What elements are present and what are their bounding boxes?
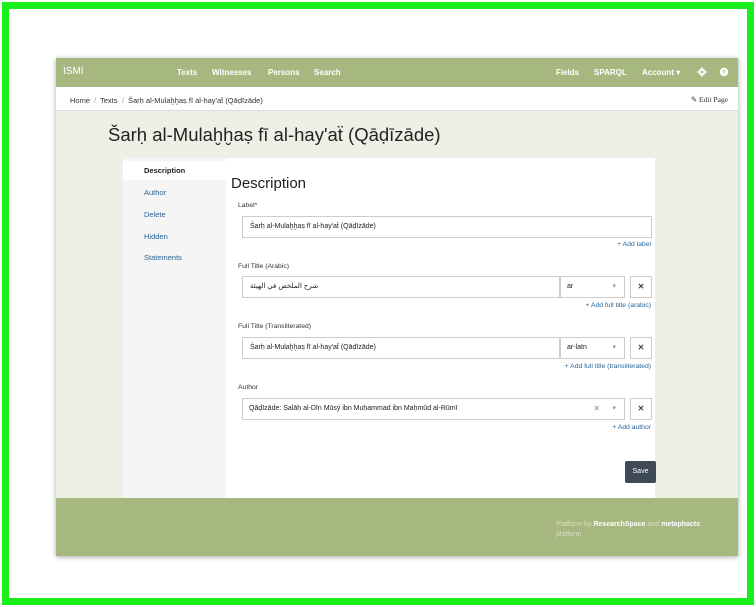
gear-icon[interactable] (697, 67, 707, 77)
close-icon: ✕ (637, 282, 645, 291)
title-arabic-input[interactable]: شرح الملخص في الهيئة (242, 276, 560, 298)
svg-text:?: ? (722, 69, 726, 76)
footer-credits: Platform by ResearchSpace and metaphacts (556, 521, 701, 528)
save-button[interactable]: Save (625, 461, 656, 483)
close-icon: ✕ (637, 404, 645, 413)
label-field-label: Label* (238, 202, 258, 209)
form-card: Description Author Delete Hidden Stateme… (123, 158, 655, 498)
add-translit-title-link[interactable]: + Add full title (transliterated) (565, 363, 651, 370)
footer-suffix: platform (556, 531, 582, 538)
brand-logo[interactable]: ISMI (63, 66, 84, 77)
breadcrumb: Home / Texts / Šarḥ al-Mulaḫḫaṣ fī al-ha… (56, 87, 738, 111)
researchspace-link[interactable]: ResearchSpace (593, 521, 645, 528)
remove-arabic-title-button[interactable]: ✕ (630, 276, 652, 298)
chevron-down-icon: ▾ (676, 68, 681, 77)
nav-sparql[interactable]: SPARQL (594, 68, 627, 77)
nav-account[interactable]: Account ▾ (642, 68, 680, 77)
chevron-down-icon: ▾ (612, 283, 616, 290)
breadcrumb-separator: / (122, 96, 125, 105)
sidebar-item-author[interactable]: Author (144, 188, 166, 197)
author-value: Qāḍīzāde: Ṣalāḥ al-Dīn Mūsý ibn Muḥammad… (249, 405, 458, 412)
sidebar-item-delete[interactable]: Delete (144, 210, 166, 219)
breadcrumb-separator: / (94, 96, 97, 105)
translit-language-select[interactable]: ar-latn ▾ (560, 337, 625, 359)
author-select[interactable]: Qāḍīzāde: Ṣalāḥ al-Dīn Mūsý ibn Muḥammad… (242, 398, 625, 420)
remove-author-button[interactable]: ✕ (630, 398, 652, 420)
sidebar-item-description[interactable]: Description (144, 166, 185, 175)
top-navbar: ISMI Texts Witnesses Persons Search Fiel… (56, 58, 738, 87)
add-author-link[interactable]: + Add author (612, 424, 651, 431)
app-window: ISMI Texts Witnesses Persons Search Fiel… (56, 58, 738, 556)
metaphacts-link[interactable]: metaphacts (661, 521, 700, 528)
close-icon: ✕ (637, 343, 645, 352)
chevron-down-icon: ▾ (612, 405, 616, 412)
label-input[interactable]: Šarḥ al-Mulaḫḫaṣ fī al-hay'aẗ (Qāḍīzāde) (242, 216, 652, 238)
form-sidebar: Description Author Delete Hidden Stateme… (123, 158, 226, 498)
nav-texts[interactable]: Texts (177, 68, 197, 77)
nav-witnesses[interactable]: Witnesses (212, 68, 252, 77)
help-icon[interactable]: ? (719, 67, 729, 77)
breadcrumb-home[interactable]: Home (70, 96, 90, 105)
breadcrumb-texts[interactable]: Texts (100, 96, 118, 105)
pencil-icon: ✎ (690, 95, 698, 104)
title-translit-input[interactable]: Šarḥ al-Mulaḫḫaṣ fī al-hay'aẗ (Qāḍīzāde) (242, 337, 560, 359)
clear-icon[interactable]: ✕ (593, 399, 600, 419)
page-title: Šarḥ al-Mulaḫḫaṣ fī al-hay'aẗ (Qāḍīzāde) (108, 124, 441, 145)
nav-fields[interactable]: Fields (556, 68, 579, 77)
nav-search[interactable]: Search (314, 68, 341, 77)
add-arabic-title-link[interactable]: + Add full title (arabic) (585, 302, 651, 309)
remove-translit-title-button[interactable]: ✕ (630, 337, 652, 359)
arabic-language-select[interactable]: ar ▾ (560, 276, 625, 298)
author-label: Author (238, 384, 259, 391)
breadcrumb-current: Šarḥ al-Mulaḫḫaṣ fī al-hay'aẗ (Qāḍīzāde) (128, 96, 263, 105)
chevron-down-icon: ▾ (612, 344, 616, 351)
translit-language-value: ar-latn (567, 344, 587, 351)
edit-page-link[interactable]: ✎ Edit Page (691, 95, 728, 104)
title-arabic-value: شرح الملخص في الهيئة (250, 283, 319, 290)
sidebar-item-statements[interactable]: Statements (144, 253, 182, 262)
sidebar-item-hidden[interactable]: Hidden (144, 232, 168, 241)
nav-persons[interactable]: Persons (268, 68, 300, 77)
title-arabic-label: Full Title (Arabic) (238, 263, 289, 270)
footer: Platform by ResearchSpace and metaphacts… (56, 498, 738, 556)
form-title: Description (231, 175, 307, 192)
arabic-language-value: ar (567, 283, 574, 290)
title-translit-label: Full Title (Transliterated) (238, 323, 312, 330)
add-label-link[interactable]: + Add label (617, 241, 651, 248)
